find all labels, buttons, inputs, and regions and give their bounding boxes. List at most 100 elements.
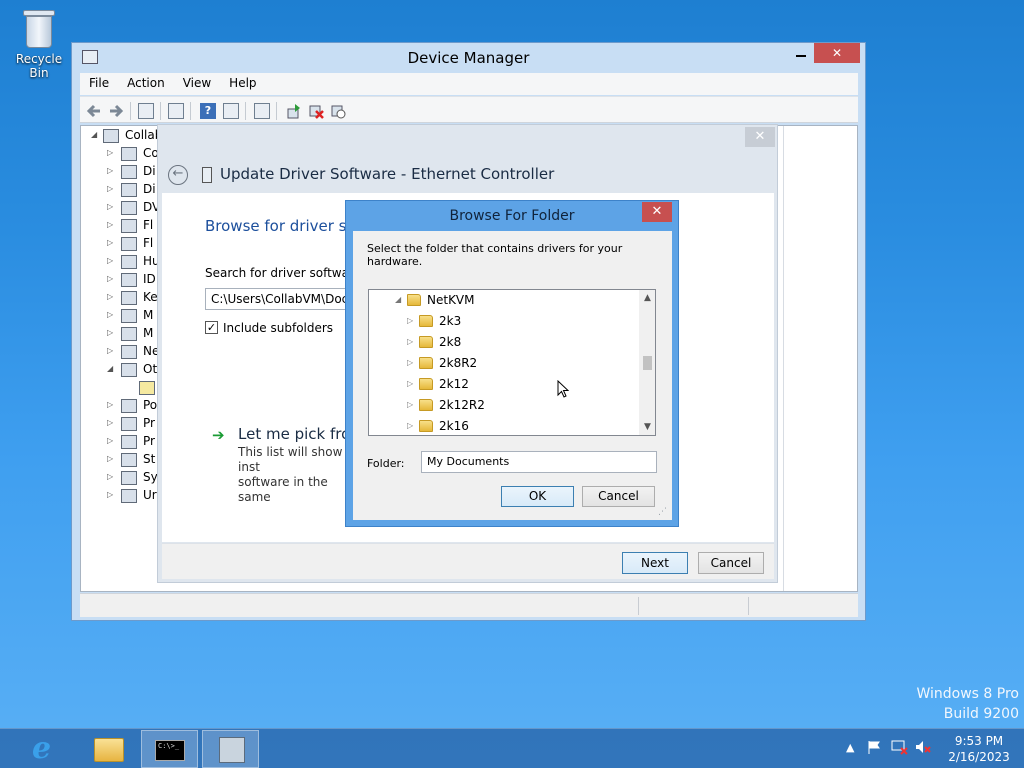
expand-icon: ▷ — [107, 256, 114, 265]
help-icon[interactable]: ? — [200, 103, 216, 119]
dialog-cancel-button[interactable]: Cancel — [582, 486, 655, 507]
scroll-thumb[interactable] — [643, 356, 652, 370]
show-hide-console-tree-icon[interactable] — [138, 103, 154, 119]
expand-icon: ▷ — [107, 202, 114, 211]
green-arrow-icon: ➔ — [212, 426, 225, 444]
collapse-icon: ◢ — [91, 130, 98, 139]
expand-icon: ▷ — [407, 421, 414, 430]
driver-path-input[interactable]: C:\Users\CollabVM\Docum — [205, 288, 365, 310]
floppy-controller-icon — [121, 237, 137, 251]
forward-arrow-icon[interactable] — [108, 103, 124, 119]
menu-view[interactable]: View — [174, 73, 220, 90]
taskbar-command-prompt[interactable]: C:\>_ — [141, 730, 198, 768]
properties-icon[interactable] — [168, 103, 184, 119]
expand-icon: ▷ — [107, 238, 114, 247]
folder-icon — [419, 399, 433, 411]
minimize-icon — [796, 55, 806, 57]
volume-muted-icon[interactable] — [914, 739, 932, 758]
folder-icon — [419, 420, 433, 432]
ok-button[interactable]: OK — [501, 486, 574, 507]
wizard-title: Update Driver Software - Ethernet Contro… — [220, 165, 555, 183]
taskbar: e C:\>_ ▲ 9:53 PM 2/16/2023 — [0, 728, 1024, 768]
clock-time: 9:53 PM — [954, 734, 1004, 748]
recycle-bin-desktop-icon[interactable]: Recycle Bin — [6, 6, 72, 80]
ide-controller-icon — [121, 273, 137, 287]
mouse-icon — [121, 309, 137, 323]
dialog-title: Browse For Folder — [449, 208, 575, 224]
network-adapter-icon — [121, 345, 137, 359]
expand-icon: ▷ — [107, 184, 114, 193]
command-prompt-icon: C:\>_ — [155, 740, 185, 761]
expand-icon: ▷ — [107, 490, 114, 499]
collapse-icon: ◢ — [107, 364, 114, 373]
close-icon: ✕ — [754, 129, 766, 144]
taskbar-device-manager[interactable] — [202, 730, 259, 768]
resize-grip-icon[interactable]: ⋰ — [658, 507, 667, 517]
minimize-button[interactable] — [790, 43, 812, 63]
wizard-heading: Browse for driver sof — [205, 217, 361, 235]
expand-icon: ▷ — [107, 166, 114, 175]
windows-watermark: Windows 8 Pro Build 9200 — [916, 686, 1019, 722]
vertical-scrollbar[interactable]: ▲ ▼ — [639, 290, 655, 435]
expand-icon: ▷ — [107, 292, 114, 301]
folder-icon — [419, 357, 433, 369]
include-subfolders-checkbox[interactable]: ✓ — [205, 321, 218, 334]
expand-icon: ▷ — [107, 220, 114, 229]
back-arrow-icon[interactable] — [86, 103, 102, 119]
scroll-up-icon[interactable]: ▲ — [639, 290, 655, 306]
menu-bar: File Action View Help — [80, 73, 858, 95]
disk-drive-icon — [121, 165, 137, 179]
unknown-device-warning-icon — [139, 381, 155, 395]
browse-for-folder-dialog: Browse For Folder ✕ Select the folder th… — [345, 200, 679, 527]
dialog-description: Select the folder that contains drivers … — [367, 242, 623, 268]
show-hidden-icons-chevron-icon[interactable]: ▲ — [846, 741, 854, 754]
menu-action[interactable]: Action — [118, 73, 174, 90]
expand-icon: ▷ — [107, 418, 114, 427]
scan-hardware-icon[interactable] — [254, 103, 270, 119]
folder-icon — [407, 294, 421, 306]
folder-label: Folder: — [367, 457, 405, 470]
network-device-icon — [202, 167, 212, 183]
dvd-drive-icon — [121, 201, 137, 215]
wizard-cancel-button[interactable]: Cancel — [698, 552, 764, 574]
back-arrow-icon[interactable]: ← — [168, 165, 188, 185]
checkmark-icon: ✓ — [206, 321, 217, 334]
uninstall-device-icon[interactable] — [308, 103, 324, 119]
storage-controller-icon — [121, 453, 137, 467]
network-disconnected-icon[interactable] — [891, 739, 909, 758]
wizard-close-button[interactable]: ✕ — [745, 127, 775, 147]
menu-file[interactable]: File — [80, 73, 118, 90]
processor-icon — [121, 435, 137, 449]
close-button[interactable]: ✕ — [814, 43, 860, 63]
menu-help[interactable]: Help — [220, 73, 265, 90]
scroll-down-icon[interactable]: ▼ — [639, 419, 655, 435]
folder-tree[interactable]: ◢ NetKVM ▷ 2k3 ▷ 2k8 ▷ 2k8R2 ▷ 2k12 ▷ 2k12R2 … — [368, 289, 656, 436]
file-explorer-icon — [94, 738, 124, 762]
folder-input[interactable]: My Documents — [421, 451, 657, 473]
update-driver-icon[interactable] — [286, 103, 302, 119]
toolbar: ? — [80, 96, 858, 123]
mouse-cursor-icon — [557, 379, 570, 398]
system-clock[interactable]: 9:53 PM 2/16/2023 — [934, 733, 1024, 765]
expand-icon: ▷ — [107, 454, 114, 463]
folder-icon — [419, 336, 433, 348]
expand-icon: ▷ — [107, 400, 114, 409]
dialog-close-button[interactable]: ✕ — [642, 202, 672, 222]
taskbar-internet-explorer[interactable]: e — [16, 730, 73, 768]
expand-icon: ▷ — [107, 148, 114, 157]
next-button[interactable]: Next — [622, 552, 688, 574]
system-devices-icon — [121, 471, 137, 485]
hid-icon — [121, 255, 137, 269]
device-manager-icon — [219, 737, 245, 763]
title-bar[interactable]: Device Manager ✕ — [72, 43, 865, 73]
action-pane-icon[interactable] — [223, 103, 239, 119]
disable-device-icon[interactable] — [330, 103, 346, 119]
expand-icon: ▷ — [407, 316, 414, 325]
status-bar — [80, 593, 858, 617]
action-center-flag-icon[interactable] — [866, 739, 882, 758]
wizard-footer: Next Cancel — [162, 543, 774, 579]
expand-icon: ▷ — [107, 346, 114, 355]
taskbar-file-explorer[interactable] — [78, 730, 135, 768]
close-icon: ✕ — [831, 46, 843, 60]
display-adapter-icon — [121, 183, 137, 197]
